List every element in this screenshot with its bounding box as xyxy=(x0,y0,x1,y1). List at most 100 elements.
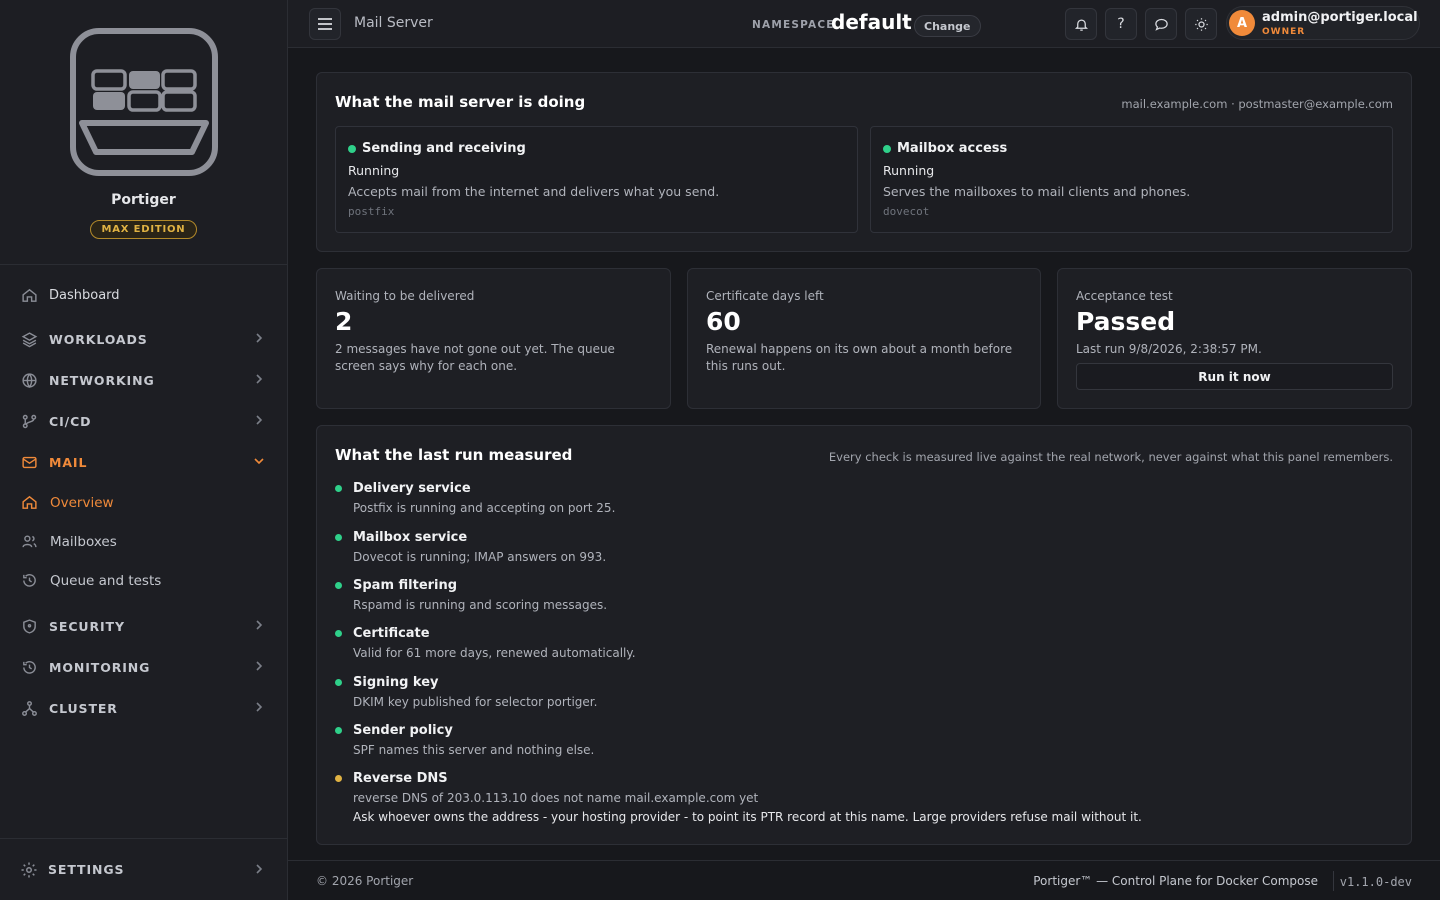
sidebar-subitem-queue-and-tests[interactable]: Queue and tests xyxy=(0,561,287,600)
home-icon xyxy=(20,494,38,512)
service-title: Sending and receiving xyxy=(348,141,526,156)
stat-label: Acceptance test xyxy=(1076,289,1173,303)
sidebar-subitem-overview[interactable]: Overview xyxy=(0,483,287,522)
check-title-text: Mailbox service xyxy=(353,530,468,545)
warning-dot-icon xyxy=(335,775,342,782)
status-dot-icon xyxy=(883,144,891,153)
check-title: Signing key xyxy=(335,675,439,690)
sidebar-item-cicd[interactable]: CI/CD xyxy=(0,401,287,442)
namespace-value: default xyxy=(831,10,912,34)
queue-stat-card: Waiting to be delivered 2 2 messages hav… xyxy=(316,268,671,409)
notifications-button[interactable] xyxy=(1065,8,1097,40)
service-description: Accepts mail from the internet and deliv… xyxy=(348,184,720,199)
acceptance-test-card: Acceptance test Passed Last run 9/8/2026… xyxy=(1057,268,1412,409)
sidebar-item-settings[interactable]: SETTINGS xyxy=(0,838,287,900)
check-title-text: Delivery service xyxy=(353,481,471,496)
user-name: admin@portiger.local xyxy=(1262,10,1418,25)
chevron-right-icon xyxy=(253,414,265,430)
network-nodes-icon xyxy=(20,700,38,718)
question-icon: ? xyxy=(1117,16,1125,32)
sidebar-item-security[interactable]: SECURITY xyxy=(0,606,287,647)
sidebar-item-workloads[interactable]: WORKLOADS xyxy=(0,319,287,360)
measurements-panel: What the last run measured Every check i… xyxy=(316,425,1412,845)
service-description: Serves the mailboxes to mail clients and… xyxy=(883,184,1191,199)
check-title-text: Spam filtering xyxy=(353,578,458,593)
service-title-text: Sending and receiving xyxy=(362,141,526,156)
chevron-right-icon xyxy=(253,373,265,389)
status-dot-icon xyxy=(335,582,342,589)
sidebar-item-mail[interactable]: MAIL xyxy=(0,442,287,483)
service-card: Sending and receiving Running Accepts ma… xyxy=(335,126,858,233)
sidebar-item-networking[interactable]: NETWORKING xyxy=(0,360,287,401)
host-info: mail.example.com · postmaster@example.co… xyxy=(1121,97,1393,111)
check-detail: Dovecot is running; IMAP answers on 993. xyxy=(353,550,607,564)
chevron-down-icon xyxy=(253,455,265,471)
sidebar: Portiger MAX EDITION Dashboard WORKLOADS… xyxy=(0,0,288,900)
sidebar-subitem-mailboxes[interactable]: Mailboxes xyxy=(0,522,287,561)
run-test-button[interactable]: Run it now xyxy=(1076,363,1393,390)
history-icon xyxy=(20,659,38,677)
sidebar-nav: Dashboard WORKLOADS NETWORKING CI/CD MAI… xyxy=(0,275,287,729)
stat-label: Waiting to be delivered xyxy=(335,289,475,303)
stat-label: Certificate days left xyxy=(706,289,824,303)
check-detail: Postfix is running and accepting on port… xyxy=(353,501,616,515)
sidebar-item-label: CLUSTER xyxy=(49,701,118,716)
chevron-right-icon xyxy=(253,660,265,676)
service-title: Mailbox access xyxy=(883,141,1007,156)
stat-value: Passed xyxy=(1076,307,1176,336)
brand-name: Portiger xyxy=(111,192,176,208)
sidebar-item-monitoring[interactable]: MONITORING xyxy=(0,647,287,688)
help-button[interactable]: ? xyxy=(1105,8,1137,40)
panel-title: What the last run measured xyxy=(335,446,573,464)
service-title-text: Mailbox access xyxy=(897,141,1008,156)
sidebar-item-label: MONITORING xyxy=(49,660,151,675)
sidebar-subitem-label: Overview xyxy=(50,494,114,511)
footer-divider xyxy=(1333,871,1334,891)
status-dot-icon xyxy=(335,534,342,541)
check-advice: Ask whoever owns the address - your host… xyxy=(353,810,1142,824)
change-namespace-button[interactable]: Change xyxy=(914,15,981,37)
brand-block: Portiger MAX EDITION xyxy=(0,0,287,265)
measurement-note: Every check is measured live against the… xyxy=(828,450,1393,464)
sidebar-item-label: SETTINGS xyxy=(48,862,125,877)
user-menu[interactable]: A admin@portiger.local OWNER xyxy=(1226,6,1420,40)
panel-title: What the mail server is doing xyxy=(335,93,586,111)
sidebar-item-label: CI/CD xyxy=(49,414,92,429)
version-label: v1.1.0-dev xyxy=(1339,875,1412,889)
check-detail: SPF names this server and nothing else. xyxy=(353,743,595,757)
stat-description: 2 messages have not gone out yet. The qu… xyxy=(335,342,615,373)
menu-toggle-button[interactable] xyxy=(309,8,341,40)
check-title: Sender policy xyxy=(335,723,453,738)
check-title-text: Certificate xyxy=(353,626,430,641)
git-branch-icon xyxy=(20,413,38,431)
check-title: Delivery service xyxy=(335,481,471,496)
shield-icon xyxy=(20,618,38,636)
stat-value: 60 xyxy=(706,307,741,336)
globe-icon xyxy=(20,372,38,390)
check-title-text: Signing key xyxy=(353,675,439,690)
sidebar-item-dashboard[interactable]: Dashboard xyxy=(0,275,287,316)
chevron-right-icon xyxy=(253,863,265,879)
sidebar-item-label: NETWORKING xyxy=(49,373,155,388)
chevron-right-icon xyxy=(253,619,265,635)
chevron-right-icon xyxy=(253,701,265,717)
check-title: Certificate xyxy=(335,626,430,641)
service-state: Running xyxy=(348,163,400,178)
topbar: Mail Server NAMESPACE default Change ? A… xyxy=(288,0,1440,48)
layers-icon xyxy=(20,331,38,349)
status-dot-icon xyxy=(348,144,356,153)
namespace-label: NAMESPACE xyxy=(752,19,835,31)
status-dot-icon xyxy=(335,630,342,637)
sidebar-item-cluster[interactable]: CLUSTER xyxy=(0,688,287,729)
certificate-stat-card: Certificate days left 60 Renewal happens… xyxy=(687,268,1041,409)
service-tech: postfix xyxy=(348,205,395,218)
sidebar-subitem-label: Queue and tests xyxy=(50,572,162,589)
theme-toggle-button[interactable] xyxy=(1185,8,1217,40)
page-title: Mail Server xyxy=(354,15,433,31)
chat-button[interactable] xyxy=(1145,8,1177,40)
footer: © 2026 Portiger Portiger™ — Control Plan… xyxy=(288,860,1440,900)
edition-badge: MAX EDITION xyxy=(89,220,198,239)
avatar: A xyxy=(1229,10,1255,36)
footer-tagline: Portiger™ — Control Plane for Docker Com… xyxy=(1033,874,1318,888)
check-title-text: Reverse DNS xyxy=(353,771,448,786)
